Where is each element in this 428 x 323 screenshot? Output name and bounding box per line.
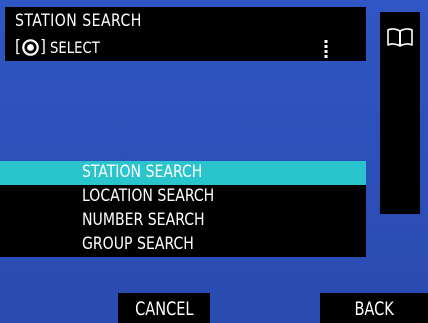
side-strip	[380, 12, 420, 214]
select-hint: [ ] SELECT	[15, 37, 104, 57]
menu-item-label: GROUP SEARCH	[82, 234, 194, 254]
page-title: STATION SEARCH	[15, 11, 142, 31]
screen: STATION SEARCH [ ] SELECT STATION SEARCH…	[0, 0, 428, 323]
dial-knob-icon	[22, 38, 39, 56]
bracket-open: [	[15, 36, 21, 57]
menu-item-label: NUMBER SEARCH	[82, 210, 205, 230]
select-label: SELECT	[49, 37, 100, 57]
vertical-scroll-dots-icon	[323, 40, 329, 58]
menu-item-number-search[interactable]: NUMBER SEARCH	[0, 209, 366, 233]
book-icon[interactable]	[386, 26, 414, 48]
back-button-label: BACK	[354, 298, 394, 320]
cancel-button[interactable]: CANCEL	[118, 293, 210, 323]
search-menu: STATION SEARCH LOCATION SEARCH NUMBER SE…	[0, 161, 366, 257]
cancel-button-label: CANCEL	[134, 298, 194, 320]
menu-item-label: LOCATION SEARCH	[82, 186, 215, 206]
menu-item-label: STATION SEARCH	[82, 162, 203, 182]
menu-item-station-search[interactable]: STATION SEARCH	[0, 161, 366, 185]
back-button[interactable]: BACK	[320, 293, 428, 323]
header-panel: STATION SEARCH [ ] SELECT	[5, 7, 366, 61]
menu-item-location-search[interactable]: LOCATION SEARCH	[0, 185, 366, 209]
menu-item-group-search[interactable]: GROUP SEARCH	[0, 233, 366, 257]
bracket-close: ]	[39, 36, 46, 57]
